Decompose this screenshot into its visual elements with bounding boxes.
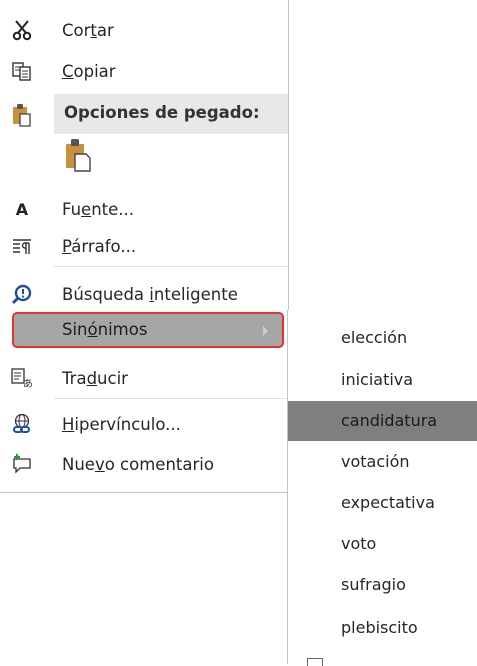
synonym-item-selected[interactable]: candidatura (288, 401, 477, 441)
synonym-label: votación (341, 452, 410, 471)
paste-keep-formatting-button[interactable] (64, 136, 94, 174)
menu-item-label: Nuevo comentario (62, 455, 214, 474)
menu-item-synonyms[interactable]: Sinónimos (12, 312, 284, 348)
clipboard-icon (10, 103, 34, 127)
menu-item-hyperlink[interactable]: Hipervínculo... (0, 406, 288, 443)
menu-item-label: Hipervínculo... (62, 415, 181, 434)
synonym-label: iniciativa (341, 370, 414, 389)
menu-item-translate[interactable]: あ Traducir (0, 360, 288, 397)
synonym-item[interactable]: plebiscito (288, 608, 477, 648)
menu-item-paragraph[interactable]: Párrafo... (0, 228, 288, 265)
synonym-item[interactable]: expectativa (288, 483, 477, 523)
clipboard-icon (64, 138, 92, 176)
svg-text:あ: あ (23, 378, 33, 389)
menu-item-label: Búsqueda inteligente (62, 285, 238, 304)
menu-item-smart-lookup[interactable]: Búsqueda inteligente (0, 276, 288, 313)
menu-item-label: Traducir (62, 369, 128, 388)
synonym-label: sufragio (341, 575, 406, 594)
search-icon (10, 282, 34, 306)
menu-separator (54, 398, 288, 399)
context-menu: Cortar Copiar Opciones de pegado: A Fuen… (0, 0, 289, 493)
menu-item-label: Cortar (62, 21, 114, 40)
menu-item-new-comment[interactable]: Nuevo comentario (0, 446, 288, 483)
menu-separator (54, 266, 288, 267)
synonym-item[interactable]: sufragio (288, 565, 477, 605)
paste-options-label: Opciones de pegado: (64, 103, 260, 122)
menu-item-cut[interactable]: Cortar (0, 12, 288, 49)
synonym-item[interactable]: elección (288, 318, 477, 358)
synonym-item[interactable]: iniciativa (288, 360, 477, 400)
synonym-label: elección (341, 328, 408, 347)
synonym-label: expectativa (341, 493, 435, 512)
synonym-label: candidatura (341, 411, 438, 430)
synonyms-submenu: elección iniciativa candidatura votación… (287, 310, 477, 664)
link-icon (10, 412, 34, 436)
scissors-icon (10, 18, 34, 42)
synonym-item[interactable]: voto (288, 524, 477, 564)
copy-icon (10, 59, 34, 83)
translate-icon: あ (10, 366, 34, 390)
paste-options-header: Opciones de pegado: (54, 94, 288, 134)
menu-item-copy[interactable]: Copiar (0, 53, 288, 90)
synonym-label: voto (341, 534, 377, 553)
synonym-item[interactable]: votación (288, 442, 477, 482)
comment-icon (10, 452, 34, 476)
menu-item-label: Copiar (62, 62, 116, 81)
menu-item-label: Fuente... (62, 200, 135, 219)
thesaurus-icon (307, 658, 323, 666)
menu-item-label: Párrafo... (62, 237, 137, 256)
submenu-arrow-icon (263, 326, 268, 336)
paragraph-icon (10, 234, 34, 258)
synonym-label: plebiscito (341, 618, 418, 637)
menu-item-label: Sinónimos (62, 320, 148, 339)
font-icon: A (15, 199, 29, 219)
menu-item-font[interactable]: A Fuente... (0, 191, 288, 228)
